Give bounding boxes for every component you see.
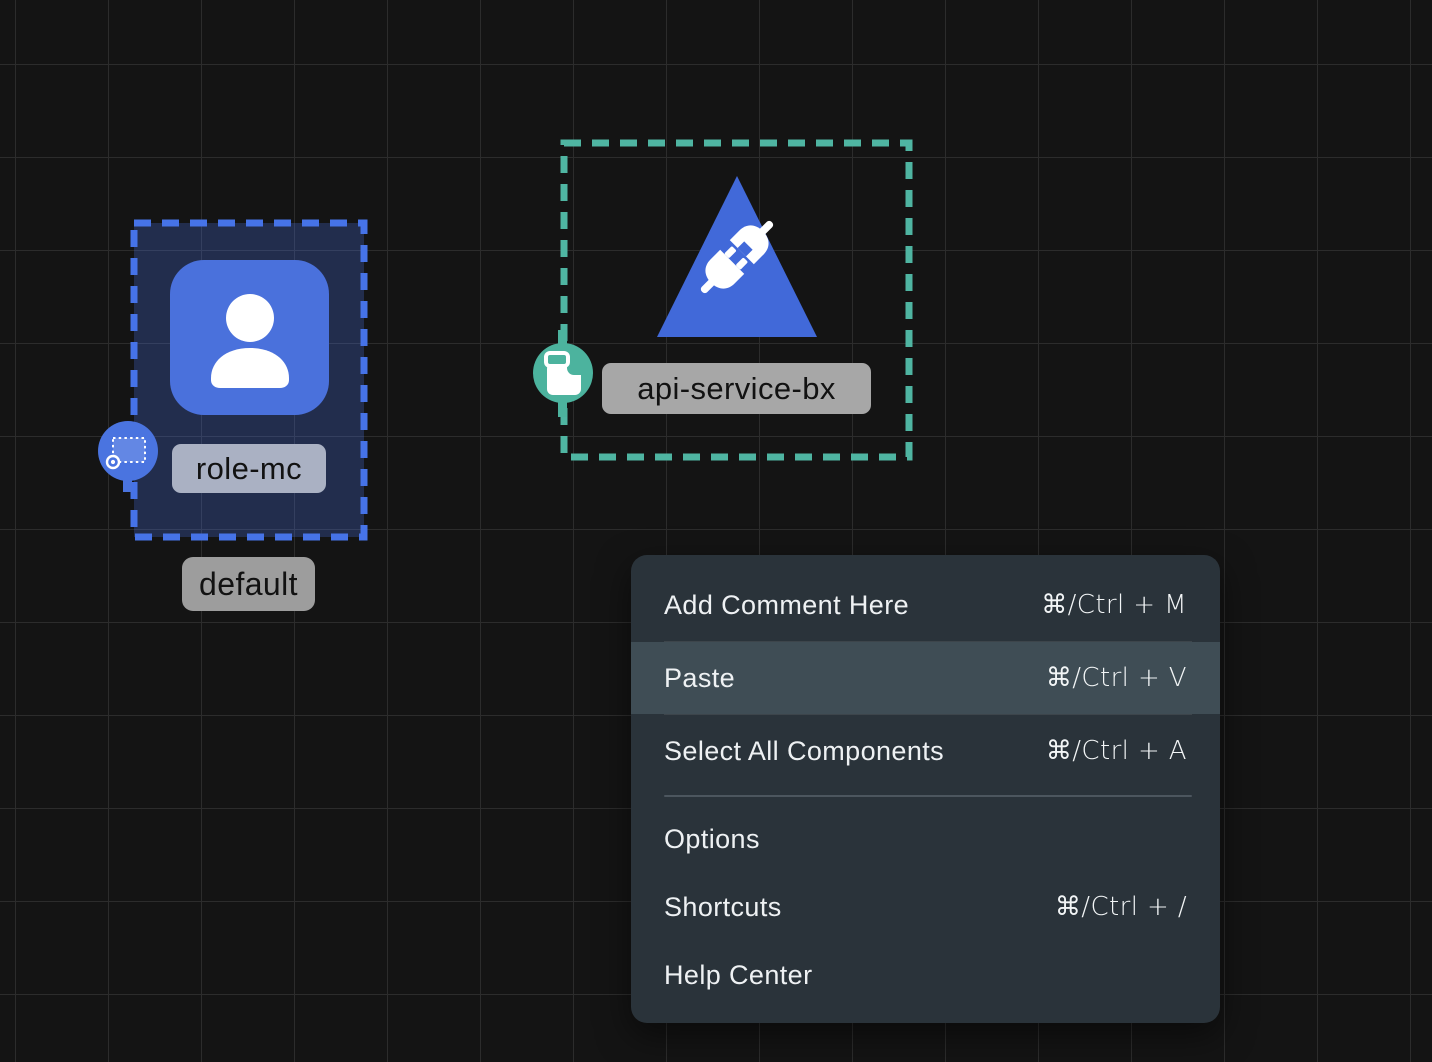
role-node-label-text: role-mc <box>196 451 302 487</box>
context-menu: Add Comment Here ⌘/Ctrl + M Paste ⌘/Ctrl… <box>631 555 1220 1023</box>
role-selection-badge[interactable] <box>98 421 158 481</box>
menu-item-label: Paste <box>664 663 735 694</box>
diagram-canvas[interactable]: { "canvas": { "background": "#141414", "… <box>0 0 1432 1062</box>
menu-item-shortcut: ⌘/Ctrl + A <box>1046 736 1187 766</box>
api-node-label-text: api-service-bx <box>637 371 836 407</box>
menu-item-label: Shortcuts <box>664 892 782 923</box>
api-badge-stem-bottom <box>558 401 567 417</box>
user-icon <box>190 278 310 398</box>
menu-item-shortcut: ⌘/Ctrl + / <box>1055 892 1187 922</box>
menu-item-help-center[interactable]: Help Center <box>631 941 1220 1009</box>
role-node-label[interactable]: role-mc <box>172 444 326 493</box>
marquee-selection-icon <box>98 421 158 481</box>
menu-item-label: Options <box>664 824 760 855</box>
menu-item-label: Add Comment Here <box>664 590 909 621</box>
menu-item-label: Select All Components <box>664 736 944 767</box>
group-label[interactable]: default <box>182 557 315 611</box>
role-node[interactable] <box>170 260 329 415</box>
menu-item-shortcut: ⌘/Ctrl + M <box>1041 590 1187 620</box>
menu-item-shortcut: ⌘/Ctrl + V <box>1046 663 1187 693</box>
menu-item-shortcuts[interactable]: Shortcuts ⌘/Ctrl + / <box>631 873 1220 941</box>
menu-item-paste[interactable]: Paste ⌘/Ctrl + V <box>631 642 1220 714</box>
menu-item-select-all-components[interactable]: Select All Components ⌘/Ctrl + A <box>631 715 1220 787</box>
menu-item-options[interactable]: Options <box>631 805 1220 873</box>
plug-icon <box>686 206 788 308</box>
api-save-badge[interactable] <box>533 343 593 403</box>
menu-item-add-comment[interactable]: Add Comment Here ⌘/Ctrl + M <box>631 569 1220 641</box>
menu-divider <box>664 795 1192 797</box>
group-label-text: default <box>199 566 298 603</box>
api-node-label[interactable]: api-service-bx <box>602 363 871 414</box>
save-icon <box>533 343 593 403</box>
menu-item-label: Help Center <box>664 960 812 991</box>
